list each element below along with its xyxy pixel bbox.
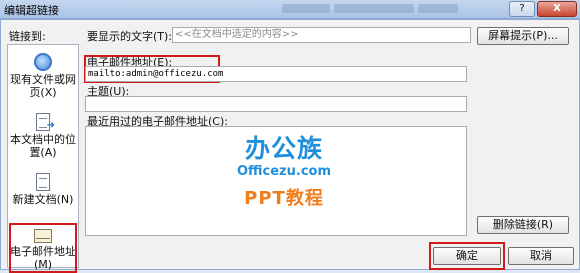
subject-input[interactable]	[85, 96, 467, 112]
watermark-site-text: Officezu.com	[236, 164, 331, 179]
document-link-icon: ➜	[36, 113, 55, 131]
watermark-main-text: 办公族	[244, 134, 323, 163]
watermark-ppt-text: PPT教程	[244, 188, 324, 209]
link-to-sidebar: 现有文件或网页(X) ➜ 本文档中的位置(A) 新建文档(N) 电子邮件地址(M…	[7, 44, 79, 273]
officezu-watermark: 办公族 Officezu.com PPT教程	[214, 135, 354, 210]
display-text-input[interactable]: <<在文档中选定的内容>>	[172, 27, 471, 43]
window-controls: ? X	[509, 1, 577, 17]
edit-hyperlink-dialog: 链接到: 现有文件或网页(X) ➜ 本文档中的位置(A) 新建文档(N) 电子邮…	[0, 19, 580, 273]
background-window-blur	[282, 1, 482, 15]
close-button[interactable]: X	[537, 1, 577, 17]
new-document-icon	[36, 173, 50, 191]
display-text-label: 要显示的文字(T):	[87, 30, 173, 43]
cancel-button[interactable]: 取消	[508, 247, 574, 265]
sidebar-item-label: 现有文件或网页(X)	[10, 73, 76, 99]
sidebar-item-label: 新建文档(N)	[12, 193, 74, 206]
link-to-label: 链接到:	[9, 30, 46, 43]
screentip-button[interactable]: 屏幕提示(P)...	[477, 27, 569, 45]
title-bar: 编辑超链接 ? X	[0, 0, 580, 19]
highlight-box-email-item	[9, 223, 77, 273]
remove-link-button[interactable]: 删除链接(R)	[477, 216, 569, 234]
sidebar-item-label: 本文档中的位置(A)	[10, 133, 76, 159]
sidebar-item-existing-file[interactable]: 现有文件或网页(X)	[8, 53, 78, 99]
sidebar-item-place-in-document[interactable]: ➜ 本文档中的位置(A)	[8, 113, 78, 159]
email-address-input[interactable]: mailto:admin@officezu.com	[85, 66, 467, 82]
globe-icon	[34, 53, 52, 71]
recent-emails-list[interactable]: 办公族 Officezu.com PPT教程	[85, 126, 467, 236]
sidebar-item-new-document[interactable]: 新建文档(N)	[8, 173, 78, 206]
window-title: 编辑超链接	[4, 4, 59, 17]
ok-button[interactable]: 确定	[433, 247, 501, 265]
help-button[interactable]: ?	[509, 1, 535, 17]
